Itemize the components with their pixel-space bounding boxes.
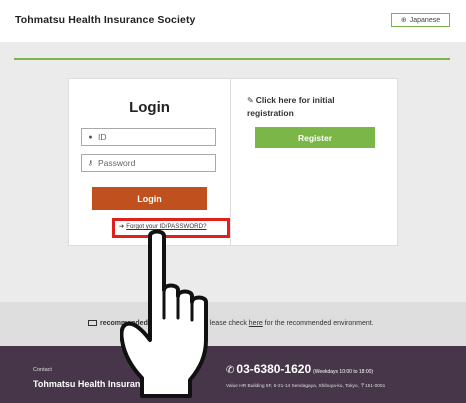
key-icon: ⚷ [87, 160, 94, 167]
login-button[interactable]: Login [92, 187, 207, 210]
phone-number: 03-6380-1620 [236, 362, 312, 376]
monitor-icon [88, 320, 97, 327]
id-field[interactable]: ● [81, 128, 216, 146]
accent-line [14, 58, 450, 60]
footer-phone: ✆ 03-6380-1620 (Weekdays 10:00 to 18:00) [226, 362, 373, 376]
register-button[interactable]: Register [255, 127, 375, 148]
contact-label: Contact [33, 367, 52, 373]
phone-hours: (Weekdays 10:00 to 18:00) [313, 369, 374, 375]
environment-text-after: for the recommended environment. [262, 320, 374, 327]
registration-hint: ✎ Click here for initial registration [247, 94, 377, 120]
globe-icon: ⊕ [400, 17, 407, 24]
site-footer: Contact Tohmatsu Health Insurance Societ… [0, 346, 466, 403]
site-title: Tohmatsu Health Insurance Society [15, 14, 196, 26]
environment-link[interactable]: here [249, 320, 263, 327]
pointing-hand-icon [120, 229, 208, 398]
login-title: Login [129, 99, 170, 116]
language-button[interactable]: ⊕ Japanese [391, 13, 450, 27]
id-input[interactable] [98, 132, 208, 142]
footer-address: Value HR Building 5F, 5-21-14 Sendagaya,… [226, 384, 386, 389]
edit-icon: ✎ [247, 96, 254, 105]
language-label: Japanese [409, 16, 441, 24]
site-header: Tohmatsu Health Insurance Society ⊕ Japa… [0, 0, 466, 42]
user-icon: ● [88, 133, 93, 141]
password-input[interactable] [98, 158, 208, 168]
registration-hint-text: Click here for initial registration [247, 95, 335, 118]
password-field[interactable]: ⚷ [81, 154, 216, 172]
